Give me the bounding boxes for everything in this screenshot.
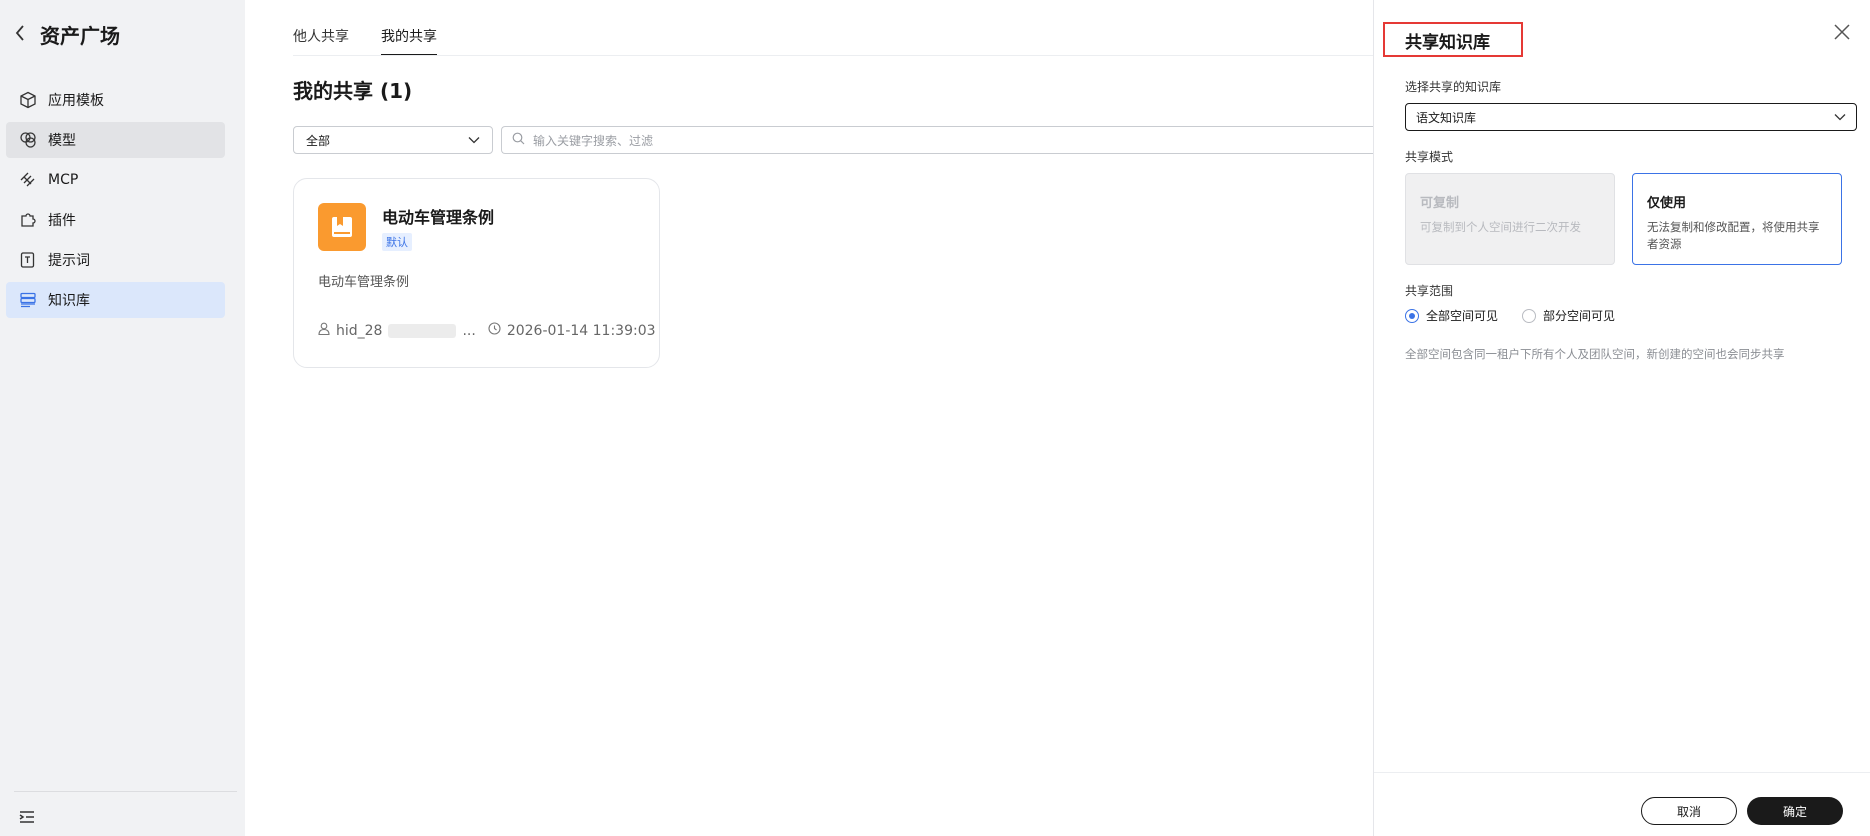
- sidebar-item-mcp[interactable]: MCP: [6, 162, 225, 198]
- sidebar-divider: [14, 791, 237, 792]
- clock-icon: [488, 322, 501, 339]
- prompt-icon: [18, 250, 38, 270]
- confirm-button[interactable]: 确定: [1747, 797, 1843, 825]
- drawer-title: 共享知识库: [1405, 33, 1490, 53]
- redacted-mask: [388, 323, 457, 338]
- scope-hint: 全部空间包含同一租户下所有个人及团队空间，新创建的空间也会同步共享: [1405, 347, 1785, 361]
- back-icon[interactable]: [14, 23, 26, 47]
- close-icon[interactable]: [1832, 22, 1852, 42]
- card-date: 2026-01-14 11:39:03: [506, 322, 656, 339]
- sidebar-item-label: 知识库: [48, 293, 90, 309]
- select-kb-label: 选择共享的知识库: [1405, 80, 1502, 94]
- share-knowledge-drawer: 共享知识库 选择共享的知识库 语文知识库 共享模式 可复制 可复制到个人空间进行…: [1373, 0, 1870, 836]
- search-icon: [512, 132, 525, 148]
- mode-description: 可复制到个人空间进行二次开发: [1420, 220, 1581, 234]
- database-icon: [18, 290, 38, 310]
- radio-all-spaces[interactable]: 全部空间可见: [1405, 307, 1498, 324]
- sidebar-item-label: 插件: [48, 213, 76, 229]
- tabs-divider: [293, 55, 1375, 56]
- mode-title: 可复制: [1420, 196, 1460, 211]
- sidebar-item-prompts[interactable]: 提示词: [6, 242, 225, 278]
- share-scope-label: 共享范围: [1405, 284, 1454, 298]
- main-content: 他人共享 我的共享 我的共享 (1) 全部 输入关键字搜索、过滤 电动车管理条例…: [245, 0, 1381, 836]
- cube-icon: [18, 90, 38, 110]
- puzzle-icon: [18, 210, 38, 230]
- book-icon: [318, 203, 366, 251]
- sidebar-item-label: MCP: [48, 172, 79, 188]
- radio-unchecked[interactable]: [1522, 308, 1537, 323]
- share-scope-radio-group: 全部空间可见 部分空间可见: [1405, 307, 1615, 324]
- default-badge: 默认: [382, 233, 412, 251]
- mode-option-use-only[interactable]: 仅使用 无法复制和修改配置，将使用共享者资源: [1632, 173, 1842, 265]
- sidebar: 资产广场 应用模板 模型 MCP 插件 提示词 知识库: [0, 0, 245, 836]
- chevron-down-icon: [468, 133, 480, 147]
- mode-description: 无法复制和修改配置，将使用共享者资源: [1647, 220, 1820, 251]
- footer-divider: [1374, 772, 1870, 773]
- select-value: 语文知识库: [1416, 110, 1477, 125]
- page-title: 我的共享 (1): [293, 79, 413, 103]
- chevron-down-icon: [1834, 110, 1846, 124]
- tab-my-shared[interactable]: 我的共享: [381, 26, 437, 56]
- share-tabs: 他人共享 我的共享: [293, 26, 437, 56]
- category-filter-select[interactable]: 全部: [293, 126, 493, 154]
- card-meta: hid_28... 2026-01-14 11:39:03: [318, 322, 656, 339]
- search-input[interactable]: 输入关键字搜索、过滤: [501, 126, 1381, 154]
- owner-id: hid_28: [336, 322, 383, 339]
- sidebar-item-label: 应用模板: [48, 93, 104, 109]
- radio-label: 部分空间可见: [1543, 309, 1616, 323]
- mode-title: 仅使用: [1647, 196, 1687, 211]
- tab-others-shared[interactable]: 他人共享: [293, 26, 349, 56]
- search-placeholder: 输入关键字搜索、过滤: [533, 133, 654, 148]
- knowledge-card[interactable]: 电动车管理条例 默认 电动车管理条例 hid_28... 2026-01-14 …: [293, 178, 660, 368]
- sidebar-nav: 应用模板 模型 MCP 插件 提示词 知识库: [6, 82, 225, 322]
- sidebar-item-templates[interactable]: 应用模板: [6, 82, 225, 118]
- sidebar-item-plugins[interactable]: 插件: [6, 202, 225, 238]
- sidebar-item-models[interactable]: 模型: [6, 122, 225, 158]
- filter-value: 全部: [306, 133, 331, 148]
- collapse-sidebar-icon[interactable]: [18, 808, 36, 826]
- card-description: 电动车管理条例: [318, 275, 410, 290]
- user-icon: [318, 322, 330, 339]
- model-icon: [18, 130, 38, 150]
- sidebar-title: 资产广场: [40, 24, 120, 48]
- share-mode-label: 共享模式: [1405, 150, 1454, 164]
- sidebar-item-label: 提示词: [48, 253, 90, 269]
- mode-option-copyable: 可复制 可复制到个人空间进行二次开发: [1405, 173, 1615, 265]
- radio-label: 全部空间可见: [1426, 309, 1499, 323]
- sidebar-item-knowledge[interactable]: 知识库: [6, 282, 225, 318]
- sidebar-header: 资产广场: [14, 20, 120, 49]
- sidebar-item-label: 模型: [48, 133, 76, 149]
- knowledge-base-select[interactable]: 语文知识库: [1405, 103, 1857, 131]
- mcp-icon: [18, 170, 38, 190]
- radio-checked[interactable]: [1405, 308, 1419, 323]
- cancel-button[interactable]: 取消: [1641, 797, 1737, 825]
- radio-partial-spaces[interactable]: 部分空间可见: [1522, 307, 1615, 324]
- card-title: 电动车管理条例: [382, 208, 495, 227]
- owner-ellipsis: ...: [462, 322, 476, 339]
